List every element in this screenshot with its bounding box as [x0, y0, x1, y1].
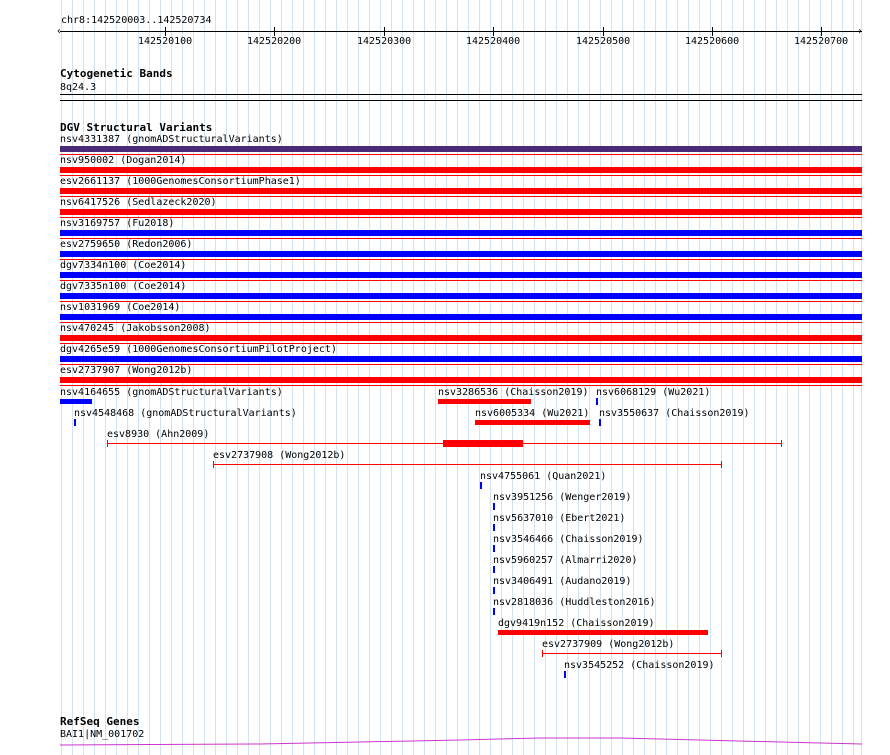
feature-nsv5637010[interactable]: [493, 524, 495, 531]
ruler-major-tick: [165, 27, 166, 36]
refseq-track-title: RefSeq Genes: [60, 715, 140, 728]
dgv-track-title: DGV Structural Variants: [60, 121, 213, 134]
ruler-major-tick: [274, 27, 275, 36]
feature-label: esv8930 (Ahn2009): [107, 429, 210, 440]
genome-browser-view: chr8:142520003..142520734 ‹ › 142520100 …: [0, 0, 890, 755]
feature-nsv3951256[interactable]: [493, 503, 495, 510]
ruler-axis: [60, 31, 862, 32]
ruler-tick-label: 142520600: [685, 36, 740, 47]
ruler-major-tick: [712, 27, 713, 36]
feature-label: nsv470245 (Jakobsson2008): [60, 323, 211, 334]
ruler-tick-label: 142520400: [466, 36, 521, 47]
ruler-major-tick: [384, 27, 385, 36]
feature-label: nsv2818036 (Huddleston2016): [493, 597, 656, 608]
feature-bar[interactable]: [60, 146, 862, 152]
ruler-tick-label: 142520700: [794, 36, 849, 47]
feature-nsv3550637[interactable]: [599, 419, 601, 426]
feature-bar[interactable]: [60, 314, 862, 320]
feature-label: nsv3951256 (Wenger2019): [493, 492, 632, 503]
feature-bar[interactable]: [60, 356, 862, 362]
cytoband-label: 8q24.3: [60, 82, 97, 93]
feature-esv8930-end: [781, 440, 782, 447]
feature-label: nsv4755061 (Quan2021): [480, 471, 607, 482]
feature-dgv9419n152[interactable]: [498, 630, 708, 635]
ruler-major-tick: [493, 27, 494, 36]
ruler-tick-label: 142520500: [576, 36, 631, 47]
feature-esv2737908-end: [721, 461, 722, 468]
feature-label: dgv7335n100 (Coe2014): [60, 281, 187, 292]
feature-nsv2818036[interactable]: [493, 608, 495, 615]
feature-label: nsv6005334 (Wu2021): [475, 408, 590, 419]
feature-label: esv2737907 (Wong2012b): [60, 365, 193, 376]
cytoband-ideogram-bottom: [60, 100, 862, 101]
feature-bar[interactable]: [60, 377, 862, 383]
feature-label: nsv3286536 (Chaisson2019): [438, 387, 589, 398]
feature-nsv6005334[interactable]: [475, 420, 590, 425]
feature-label: nsv5960257 (Almarri2020): [493, 555, 638, 566]
feature-label: nsv6068129 (Wu2021): [596, 387, 711, 398]
feature-esv8930-start: [107, 440, 108, 447]
feature-label: nsv4164655 (gnomADStructuralVariants): [60, 387, 283, 398]
location-label: chr8:142520003..142520734: [61, 15, 212, 26]
feature-label: dgv9419n152 (Chaisson2019): [498, 618, 655, 629]
ruler-left-arrow-icon: ‹: [56, 26, 63, 37]
ruler-right-arrow-icon: ›: [857, 26, 864, 37]
feature-label: nsv1031969 (Coe2014): [60, 302, 181, 313]
ruler-tick-label: 142520300: [357, 36, 412, 47]
feature-bar[interactable]: [60, 188, 862, 194]
row-separator: [60, 385, 862, 386]
feature-nsv4548468[interactable]: [74, 419, 76, 426]
feature-bar[interactable]: [60, 209, 862, 215]
feature-label: dgv4265e59 (1000GenomesConsortiumPilotPr…: [60, 344, 337, 355]
feature-nsv3286536[interactable]: [438, 399, 531, 404]
feature-label: nsv6417526 (Sedlazeck2020): [60, 197, 217, 208]
feature-label: nsv3545252 (Chaisson2019): [564, 660, 715, 671]
feature-nsv3406491[interactable]: [493, 587, 495, 594]
feature-label: dgv7334n100 (Coe2014): [60, 260, 187, 271]
feature-esv2737909[interactable]: [542, 653, 722, 654]
feature-bar[interactable]: [60, 230, 862, 236]
row-separator: [60, 217, 862, 218]
cytoband-ideogram-top: [60, 94, 862, 95]
gene-model[interactable]: [60, 735, 862, 747]
feature-label: esv2759650 (Redon2006): [60, 239, 193, 250]
ruler-major-tick: [603, 27, 604, 36]
feature-esv2737908-start: [213, 461, 214, 468]
feature-bar[interactable]: [60, 293, 862, 299]
feature-nsv6068129[interactable]: [596, 398, 598, 405]
feature-nsv5960257[interactable]: [493, 566, 495, 573]
feature-bar[interactable]: [60, 335, 862, 341]
feature-label: nsv4331387 (gnomADStructuralVariants): [60, 134, 283, 145]
ruler-tick-label: 142520100: [138, 36, 193, 47]
feature-label: esv2661137 (1000GenomesConsortiumPhase1): [60, 176, 301, 187]
feature-label: esv2737908 (Wong2012b): [213, 450, 346, 461]
feature-bar[interactable]: [60, 272, 862, 278]
ruler-tick-label: 142520200: [247, 36, 302, 47]
feature-esv8930-block: [443, 440, 523, 447]
feature-esv2737909-start: [542, 650, 543, 657]
feature-nsv3545252[interactable]: [564, 671, 566, 678]
feature-label: nsv4548468 (gnomADStructuralVariants): [74, 408, 297, 419]
feature-esv2737909-end: [721, 650, 722, 657]
feature-label: nsv3546466 (Chaisson2019): [493, 534, 644, 545]
feature-nsv4755061[interactable]: [480, 482, 482, 489]
feature-bar[interactable]: [60, 251, 862, 257]
cytoband-track-title: Cytogenetic Bands: [60, 67, 173, 80]
feature-nsv3546466[interactable]: [493, 545, 495, 552]
feature-label: nsv3550637 (Chaisson2019): [599, 408, 750, 419]
feature-label: nsv3169757 (Fu2018): [60, 218, 175, 229]
feature-label: nsv5637010 (Ebert2021): [493, 513, 626, 524]
feature-nsv4164655[interactable]: [60, 399, 92, 404]
feature-esv2737908[interactable]: [213, 464, 722, 465]
feature-bar[interactable]: [60, 167, 862, 173]
feature-label: nsv950002 (Dogan2014): [60, 155, 187, 166]
feature-label: esv2737909 (Wong2012b): [542, 639, 675, 650]
ruler-major-tick: [821, 27, 822, 36]
feature-label: nsv3406491 (Audano2019): [493, 576, 632, 587]
